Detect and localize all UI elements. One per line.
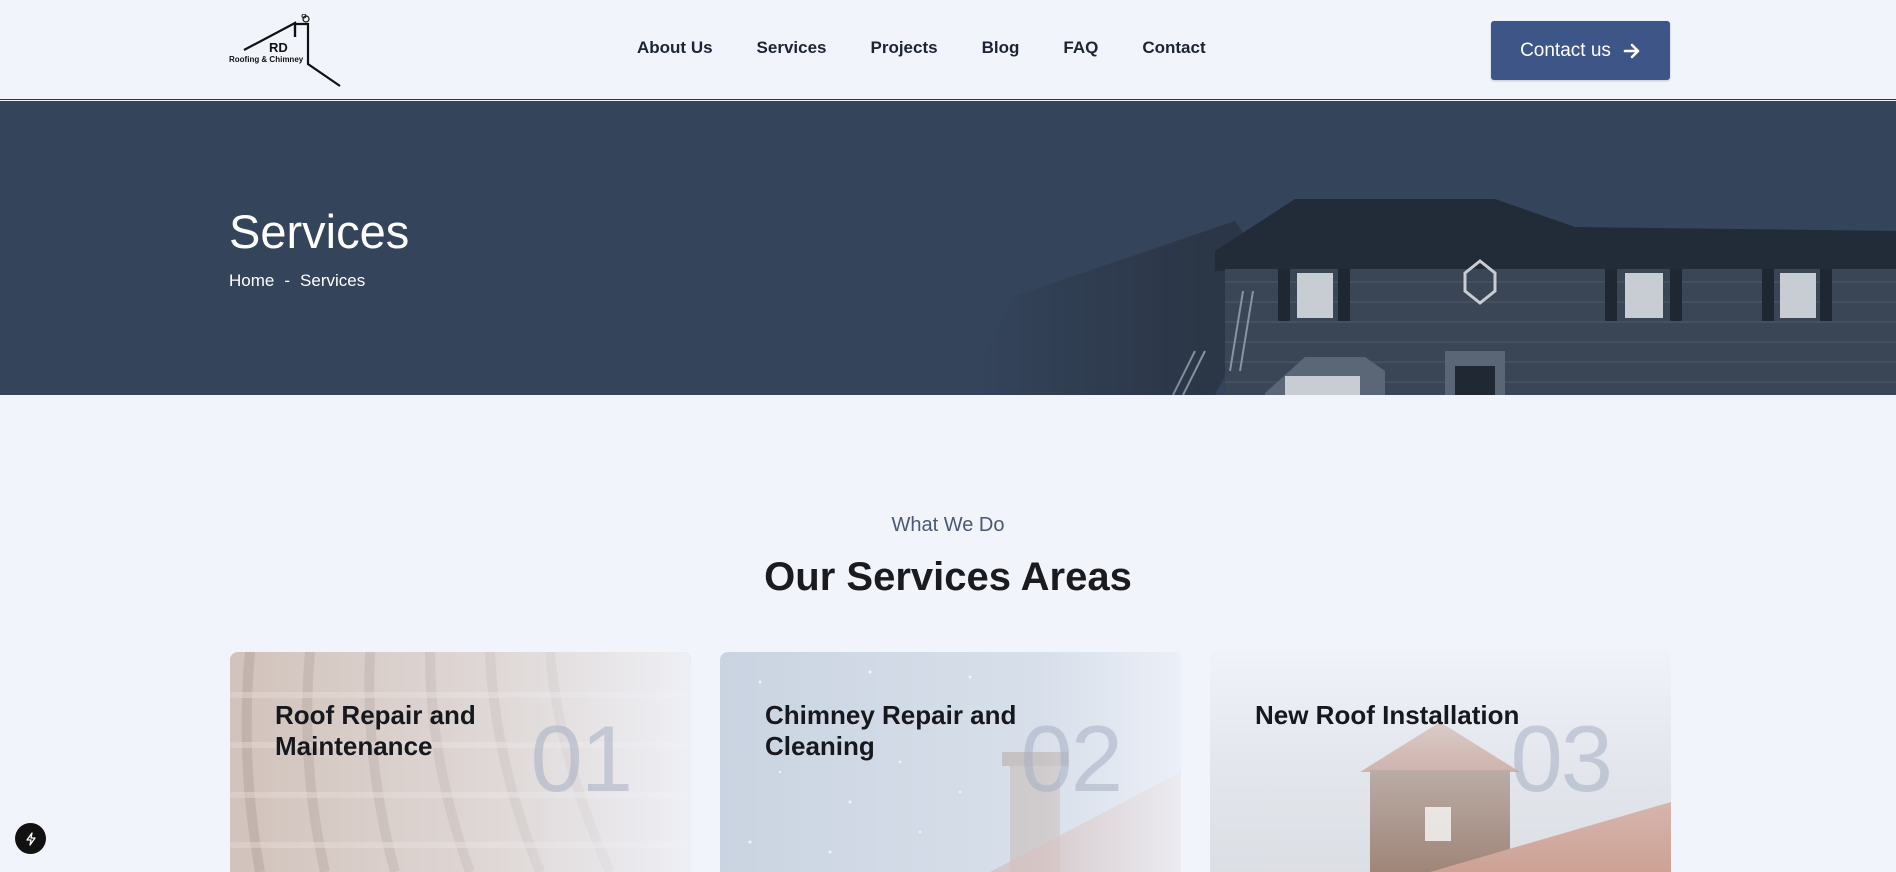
breadcrumb-current: Services [300, 271, 366, 290]
contact-us-button[interactable]: Contact us [1491, 21, 1670, 80]
breadcrumb-separator: - [284, 271, 291, 290]
service-card-title: Roof Repair and Maintenance [275, 700, 476, 761]
nav-item-about-us[interactable]: About Us [637, 38, 713, 58]
house-background-image [975, 101, 1896, 395]
site-logo[interactable]: RD Roofing & Chimney [228, 14, 344, 88]
nav-item-services[interactable]: Services [757, 38, 827, 58]
page-hero: Services Home - Services [0, 101, 1896, 395]
nav-item-projects[interactable]: Projects [871, 38, 938, 58]
main-nav: About Us Services Projects Blog FAQ Cont… [637, 38, 1250, 58]
service-card-title: Chimney Repair and Cleaning [765, 700, 1017, 761]
page-title: Services [229, 205, 410, 258]
breadcrumb-home-link[interactable]: Home [229, 271, 274, 291]
section-title: Our Services Areas [764, 555, 1132, 599]
service-card-chimney-repair[interactable]: 02 Chimney Repair and Cleaning [720, 652, 1181, 872]
service-card-title: New Roof Installation [1255, 700, 1520, 730]
nav-item-contact[interactable]: Contact [1142, 38, 1205, 58]
lightning-icon [25, 831, 36, 846]
section-eyebrow: What We Do [891, 514, 1005, 536]
nav-item-faq[interactable]: FAQ [1063, 38, 1098, 58]
service-card-new-roof[interactable]: 03 New Roof Installation [1210, 652, 1671, 872]
breadcrumb: Home - Services [229, 271, 365, 291]
logo-initials: RD [269, 40, 288, 55]
nav-item-blog[interactable]: Blog [982, 38, 1020, 58]
logo-tagline: Roofing & Chimney [229, 55, 304, 64]
arrow-right-icon [1623, 43, 1640, 58]
framework-badge[interactable] [15, 823, 46, 854]
site-header: RD Roofing & Chimney About Us Services P… [0, 0, 1896, 100]
service-card-roof-repair[interactable]: 01 Roof Repair and Maintenance [230, 652, 691, 872]
contact-us-label: Contact us [1520, 39, 1611, 61]
